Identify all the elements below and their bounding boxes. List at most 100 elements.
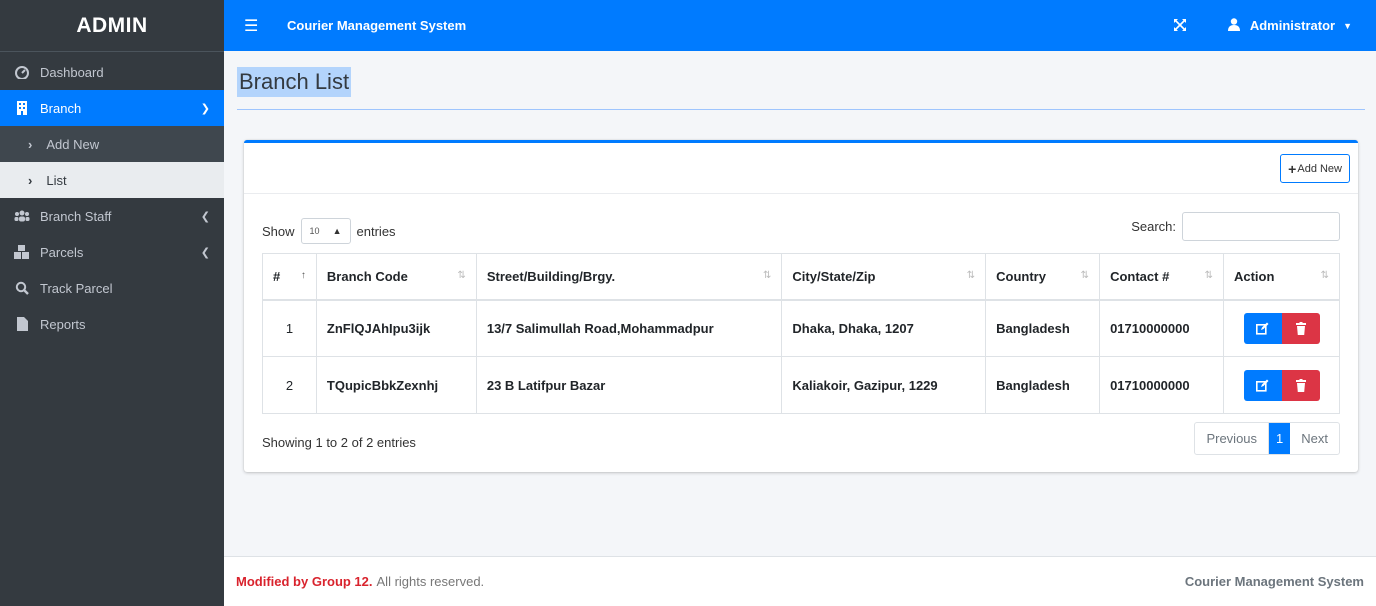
edit-button[interactable] (1243, 369, 1282, 401)
chevron-left-icon: ❮ (200, 246, 210, 259)
show-label: Show (262, 223, 295, 239)
plus-icon: + (1288, 160, 1297, 177)
column-header-num[interactable]: # ↑ (262, 253, 317, 301)
sidebar-item-branch[interactable]: Branch ❯ (0, 90, 224, 126)
sidebar-item-label: Dashboard (40, 64, 104, 80)
sidebar-item-label: Branch Staff (40, 208, 112, 224)
footer: Modified by Group 12. All rights reserve… (224, 556, 1376, 606)
cell-action (1222, 356, 1341, 414)
search-input[interactable] (1182, 212, 1340, 241)
sort-icon: ⇅ (1204, 270, 1213, 281)
sidebar-item-label: Track Parcel (40, 280, 113, 296)
table-row: 2 TQupicBbkZexnhj 23 B Latifpur Bazar Ka… (262, 356, 1341, 414)
table-info: Showing 1 to 2 of 2 entries (262, 435, 416, 450)
sidebar-item-track-parcel[interactable]: Track Parcel (0, 270, 224, 306)
column-header-city[interactable]: City/State/Zip ⇅ (781, 253, 987, 301)
boxes-icon (12, 245, 32, 259)
table-header-row: # ↑ Branch Code ⇅ Street/Building/Brgy. ⇅ C… (262, 253, 1341, 301)
chevron-right-icon: › (28, 172, 33, 188)
sidebar-subitem-list[interactable]: › List (0, 162, 224, 198)
column-header-street[interactable]: Street/Building/Brgy. ⇅ (475, 253, 783, 301)
cell-branch-code: ZnFlQJAhIpu3ijk (315, 299, 477, 357)
title-divider (237, 109, 1365, 110)
edit-icon (1256, 322, 1269, 335)
pagination: Previous 1 Next (1194, 422, 1340, 455)
cell-country: Bangladesh (985, 356, 1101, 414)
column-label: City/State/Zip (792, 268, 876, 284)
cell-city: Kaliakoir, Gazipur, 1229 (781, 356, 987, 414)
sort-icon: ⇅ (966, 270, 976, 281)
trash-icon (1295, 378, 1306, 392)
cell-branch-code: TQupicBbkZexnhj (315, 356, 477, 414)
column-header-country[interactable]: Country ⇅ (985, 253, 1101, 301)
cell-contact: 01710000000 (1099, 356, 1224, 414)
previous-page-button[interactable]: Previous (1195, 423, 1270, 454)
column-label: Country (996, 268, 1046, 284)
sidebar-item-reports[interactable]: Reports (0, 306, 224, 342)
chevron-left-icon: ❮ (200, 210, 210, 223)
search-box: Search: (1131, 212, 1340, 241)
column-label: Street/Building/Brgy. (486, 268, 616, 284)
sidebar-item-label: Branch (40, 100, 82, 116)
cell-street: 23 B Latifpur Bazar (475, 356, 783, 414)
entries-length: Show 10 ▲︎ entries (262, 218, 396, 244)
column-label: Branch Code (326, 268, 408, 284)
sidebar-item-branch-staff[interactable]: Branch Staff ❮ (0, 198, 224, 234)
cell-country: Bangladesh (985, 299, 1101, 357)
sidebar-item-dashboard[interactable]: Dashboard (0, 54, 224, 90)
sort-asc-icon: ↑ (300, 270, 306, 281)
dashboard-icon (12, 65, 32, 79)
chevron-right-icon: › (28, 136, 33, 152)
cell-city: Dhaka, Dhaka, 1207 (781, 299, 987, 357)
app-title: Courier Management System (287, 18, 467, 33)
cell-street: 13/7 Salimullah Road,Mohammadpur (475, 299, 783, 357)
action-buttons (1243, 369, 1329, 401)
sidebar-subitem-add-new[interactable]: › Add New (0, 126, 224, 162)
page-1-button[interactable]: 1 (1269, 423, 1291, 454)
page-title: Branch List (237, 67, 352, 97)
hamburger-menu-icon[interactable]: ☰ (244, 16, 260, 36)
delete-button[interactable] (1281, 369, 1320, 401)
branch-list-card: + Add New Show 10 ▲︎ entries Search: # ↑ … (244, 140, 1358, 472)
column-label: Contact # (1110, 268, 1170, 284)
entries-select[interactable]: 10 ▲︎ (300, 218, 351, 244)
edit-icon (1256, 379, 1269, 392)
delete-button[interactable] (1281, 312, 1320, 344)
sidebar-item-label: List (46, 172, 67, 188)
action-buttons (1243, 312, 1329, 344)
sort-icon: ⇅ (1080, 270, 1090, 281)
search-label: Search: (1131, 219, 1176, 234)
sidebar-item-label: Reports (40, 316, 86, 332)
chevron-down-icon: ▼ (1343, 20, 1352, 31)
column-header-branch-code[interactable]: Branch Code ⇅ (315, 253, 477, 301)
branch-table: # ↑ Branch Code ⇅ Street/Building/Brgy. ⇅ C… (262, 253, 1341, 414)
footer-app-name: Courier Management System (1184, 574, 1364, 589)
sidebar-item-parcels[interactable]: Parcels ❮ (0, 234, 224, 270)
user-name: Administrator (1249, 18, 1336, 33)
column-header-action[interactable]: Action ⇅ (1222, 253, 1341, 301)
cell-action (1222, 299, 1341, 357)
building-icon (12, 101, 32, 115)
table-controls: Show 10 ▲︎ entries Search: (262, 212, 1340, 244)
footer-credit: Modified by Group 12. (236, 574, 373, 589)
top-navbar: ☰ Courier Management System Administrato… (224, 0, 1376, 51)
fullscreen-icon[interactable] (1174, 18, 1186, 34)
add-new-label: Add New (1297, 162, 1342, 175)
cell-contact: 01710000000 (1099, 299, 1224, 357)
brand-logo[interactable]: ADMIN (0, 0, 224, 52)
file-icon (12, 317, 32, 331)
cell-num: 1 (262, 299, 317, 357)
user-menu[interactable]: Administrator ▼ (1227, 17, 1352, 34)
sort-icon: ⇅ (1320, 270, 1329, 281)
trash-icon (1295, 321, 1306, 335)
next-page-button[interactable]: Next (1290, 423, 1339, 454)
add-new-button[interactable]: + Add New (1280, 154, 1350, 183)
column-label: Action (1233, 268, 1275, 284)
users-icon (12, 210, 32, 222)
user-icon (1227, 17, 1240, 34)
footer-rights: All rights reserved. (376, 574, 485, 589)
column-header-contact[interactable]: Contact # ⇅ (1099, 253, 1224, 301)
sort-updown-icon: ▲︎ (332, 226, 342, 236)
chevron-down-icon: ❯ (200, 102, 210, 115)
edit-button[interactable] (1243, 312, 1282, 344)
